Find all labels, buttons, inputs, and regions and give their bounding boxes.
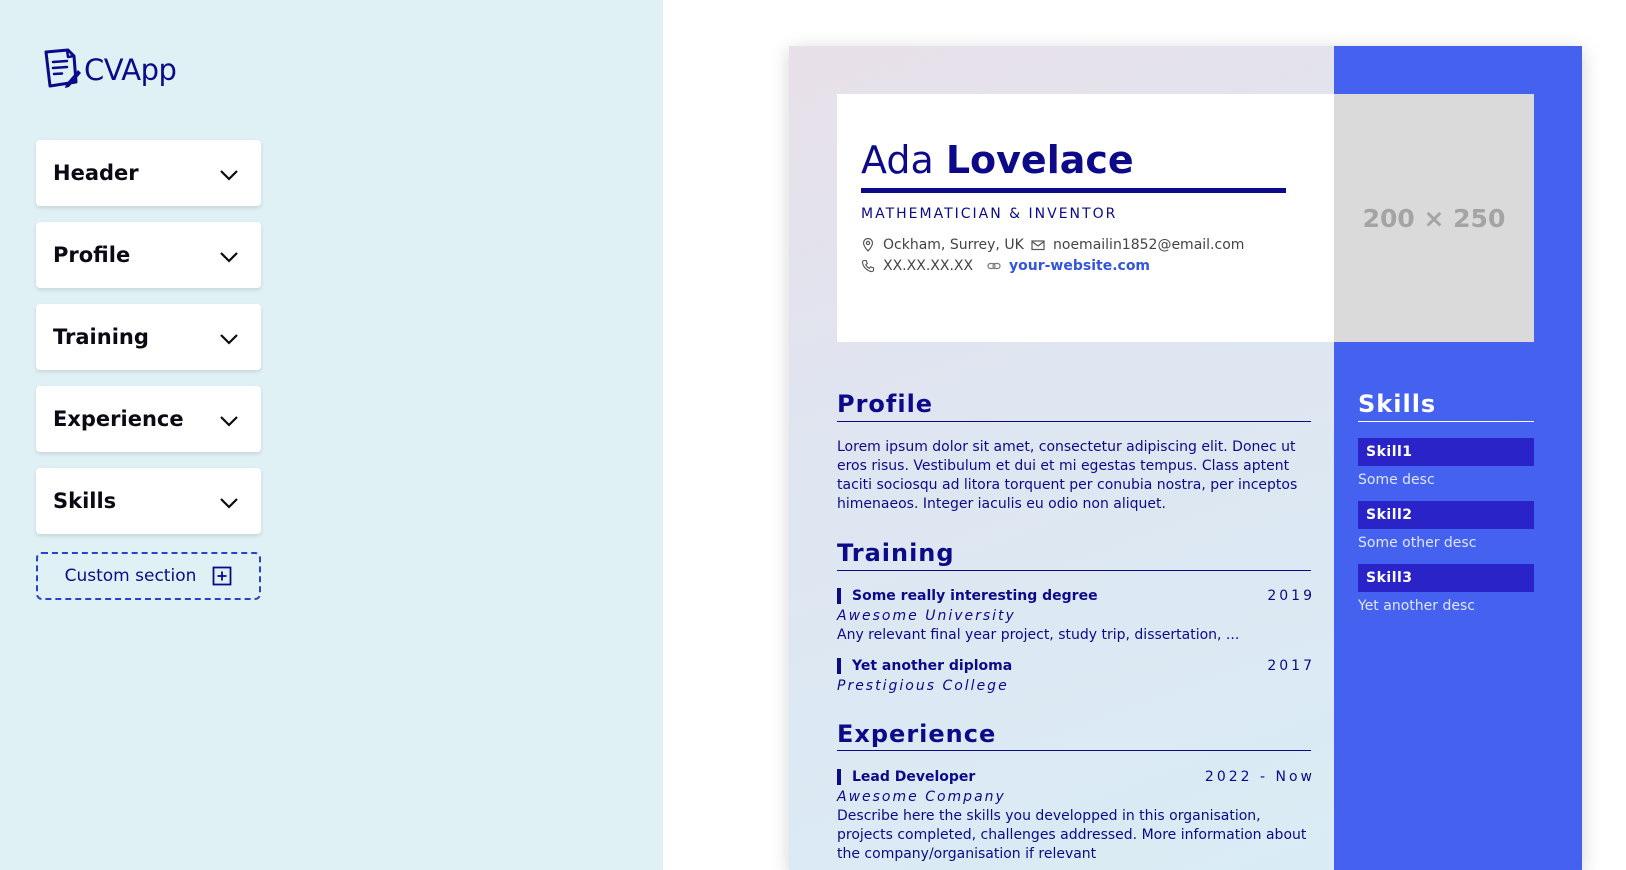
training-section-rule bbox=[837, 570, 1311, 571]
plus-square-icon bbox=[212, 566, 232, 586]
website-link[interactable]: your-website.com bbox=[1009, 258, 1150, 274]
skill-desc: Some other desc bbox=[1358, 535, 1477, 551]
training-section-title: Training bbox=[837, 539, 955, 567]
email-text: noemailin1852@email.com bbox=[1053, 237, 1245, 253]
training-entry-title: Yet another diploma bbox=[837, 658, 1012, 674]
skills-section-rule bbox=[1358, 421, 1534, 422]
job-title: MATHEMATICIAN & INVENTOR bbox=[861, 206, 1118, 222]
envelope-icon bbox=[1031, 240, 1045, 251]
chevron-down-icon bbox=[220, 498, 238, 509]
cv-preview: Skills Skill1 Some desc Skill2 Some othe… bbox=[789, 46, 1582, 870]
section-label: Skills bbox=[53, 489, 117, 513]
skill-desc: Yet another desc bbox=[1358, 598, 1475, 614]
skills-section-title: Skills bbox=[1358, 390, 1437, 418]
skill-name: Skill3 bbox=[1366, 570, 1413, 586]
last-name: Lovelace bbox=[945, 138, 1134, 182]
cv-header-card: Ada Lovelace MATHEMATICIAN & INVENTOR Oc… bbox=[837, 94, 1334, 342]
location-pin-icon bbox=[862, 238, 874, 252]
photo-size-text: 200 × 250 bbox=[1362, 203, 1506, 233]
editor-panel: CVApp Header Profile Training Experience… bbox=[0, 0, 663, 870]
app-logo[interactable]: CVApp bbox=[38, 46, 177, 94]
contact-website[interactable]: your-website.com bbox=[987, 258, 1150, 274]
contact-email: noemailin1852@email.com bbox=[1031, 237, 1244, 253]
phone-icon bbox=[861, 259, 875, 273]
section-skills-toggle[interactable]: Skills bbox=[36, 468, 261, 534]
chevron-down-icon bbox=[220, 170, 238, 181]
name-underline bbox=[861, 188, 1286, 193]
profile-text: Lorem ipsum dolor sit amet, consectetur … bbox=[837, 439, 1298, 512]
section-label: Experience bbox=[53, 407, 184, 431]
skill-bar: Skill2 bbox=[1358, 501, 1534, 529]
experience-section-rule bbox=[837, 750, 1311, 751]
training-entry-title: Some really interesting degree bbox=[837, 588, 1098, 604]
person-name: Ada Lovelace bbox=[861, 138, 1134, 182]
training-entry-date: 2019 bbox=[1267, 588, 1315, 604]
section-label: Training bbox=[53, 325, 149, 349]
add-custom-section-button[interactable]: Custom section bbox=[36, 552, 261, 600]
document-edit-icon bbox=[44, 48, 81, 88]
chevron-down-icon bbox=[220, 416, 238, 427]
chevron-down-icon bbox=[220, 252, 238, 263]
location-text: Ockham, Surrey, UK bbox=[883, 237, 1024, 253]
contact-phone: XX.XX.XX.XX bbox=[861, 258, 973, 274]
app-name: CVApp bbox=[84, 53, 177, 87]
experience-entry-desc: Describe here the skills you developped … bbox=[837, 808, 1307, 862]
link-icon bbox=[987, 262, 1001, 270]
skill-bar: Skill1 bbox=[1358, 438, 1534, 466]
chevron-down-icon bbox=[220, 334, 238, 345]
skill-desc: Some desc bbox=[1358, 472, 1435, 488]
section-experience-toggle[interactable]: Experience bbox=[36, 386, 261, 452]
custom-section-label: Custom section bbox=[64, 566, 197, 586]
profile-section-rule bbox=[837, 421, 1311, 422]
skill-name: Skill2 bbox=[1366, 507, 1413, 523]
training-entry-org: Prestigious College bbox=[837, 678, 1009, 694]
phone-text: XX.XX.XX.XX bbox=[883, 258, 974, 274]
section-training-toggle[interactable]: Training bbox=[36, 304, 261, 370]
section-header-toggle[interactable]: Header bbox=[36, 140, 261, 206]
skill-bar: Skill3 bbox=[1358, 564, 1534, 592]
experience-entry-date: 2022 - Now bbox=[1204, 769, 1315, 785]
section-label: Profile bbox=[53, 243, 131, 267]
contact-location: Ockham, Surrey, UK bbox=[861, 237, 1024, 253]
training-entry-desc: Any relevant final year project, study t… bbox=[837, 627, 1240, 643]
training-entry-date: 2017 bbox=[1267, 658, 1315, 674]
experience-entry-org: Awesome Company bbox=[837, 789, 1006, 805]
first-name: Ada bbox=[861, 138, 934, 182]
training-entry-org: Awesome University bbox=[837, 608, 1016, 624]
section-label: Header bbox=[53, 161, 139, 185]
profile-section-title: Profile bbox=[837, 390, 934, 418]
experience-entry-title: Lead Developer bbox=[837, 769, 975, 785]
section-profile-toggle[interactable]: Profile bbox=[36, 222, 261, 288]
skill-name: Skill1 bbox=[1366, 444, 1413, 460]
experience-section-title: Experience bbox=[837, 720, 997, 748]
photo-placeholder: 200 × 250 bbox=[1334, 94, 1534, 342]
